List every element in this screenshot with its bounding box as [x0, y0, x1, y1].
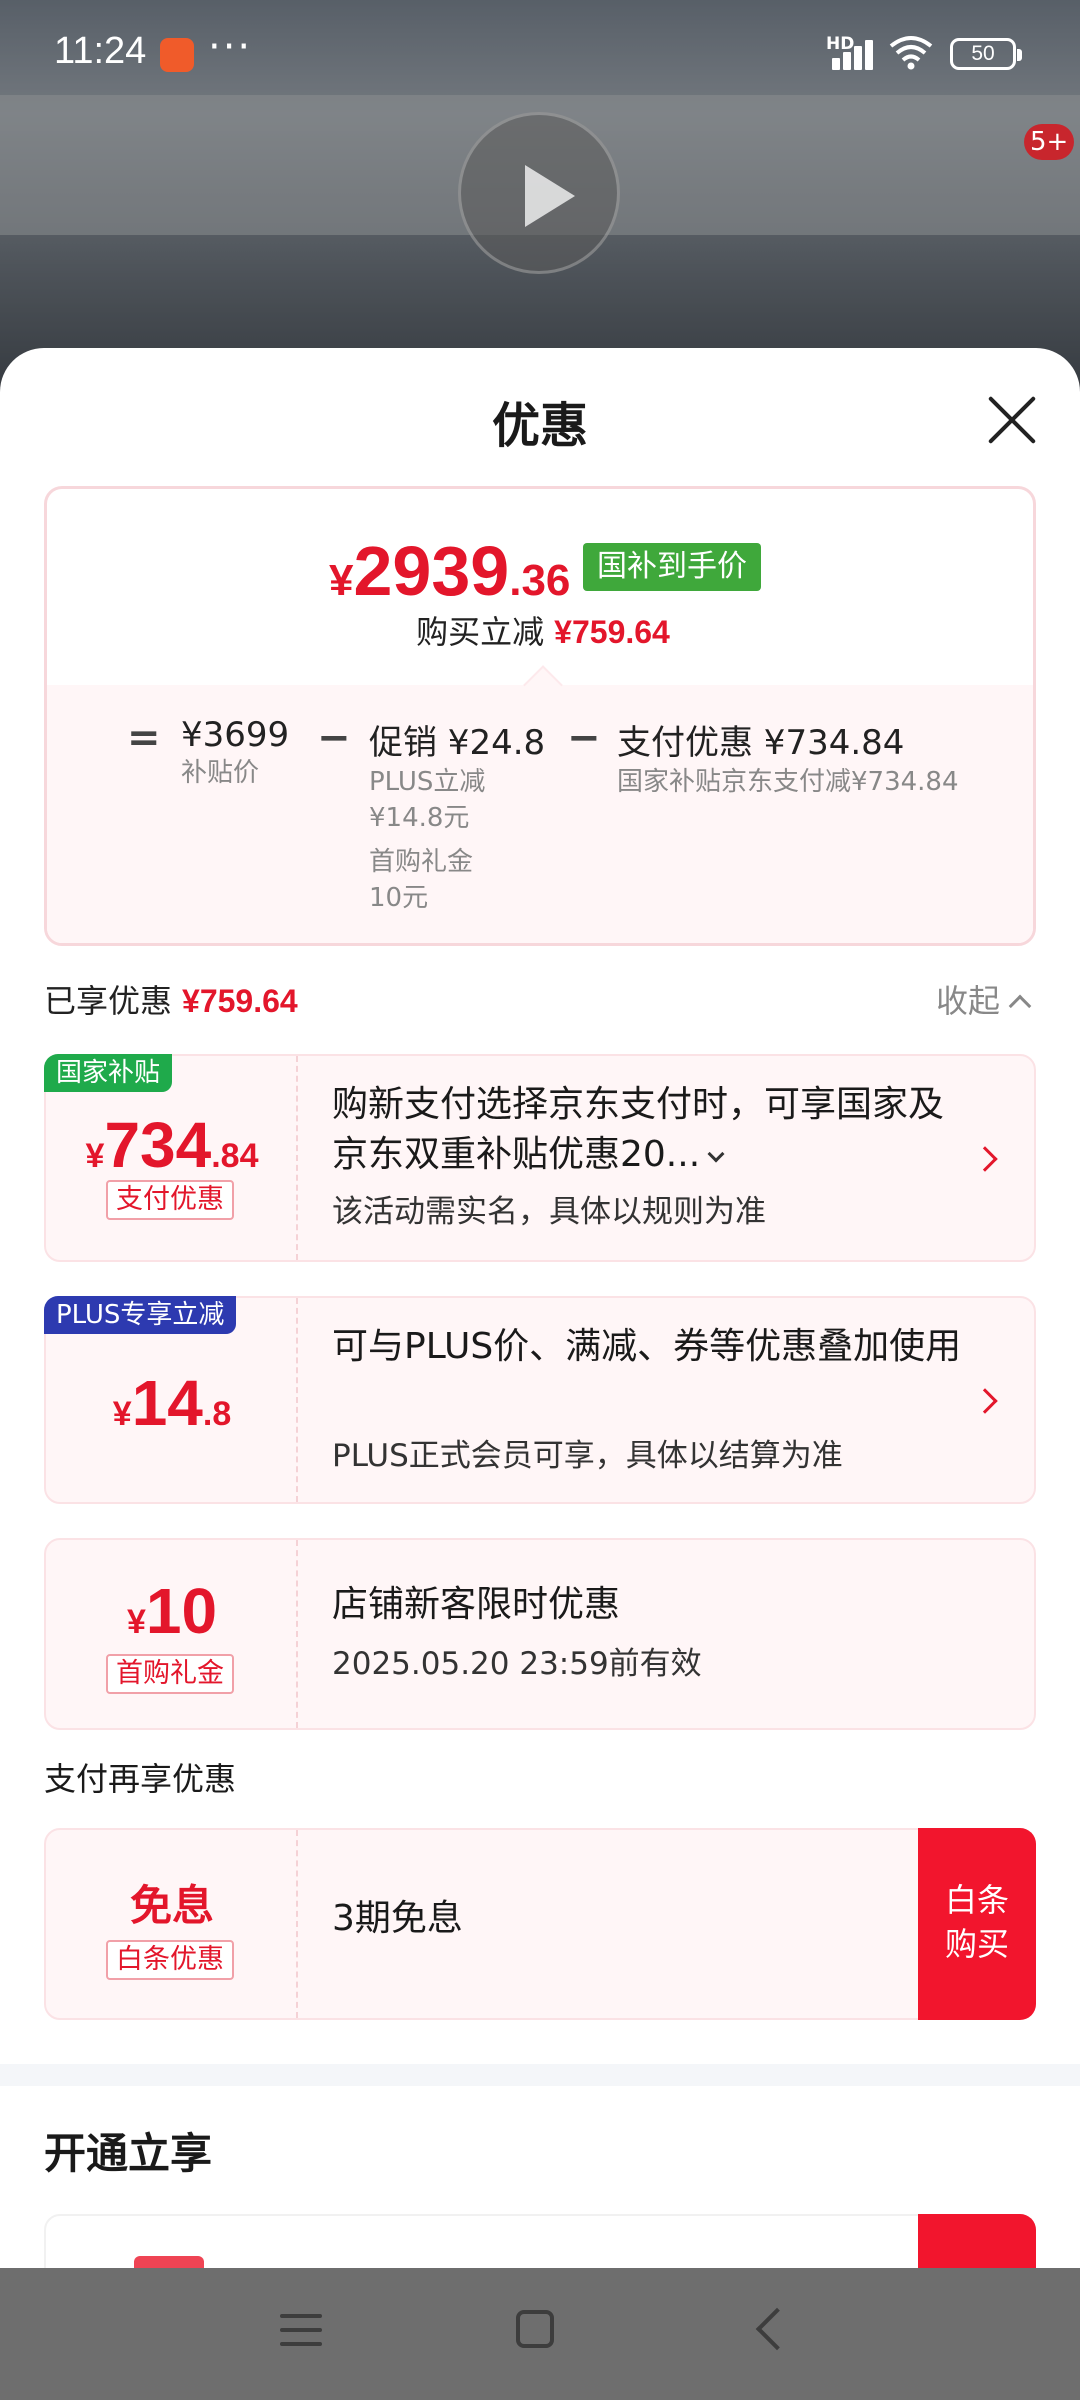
coupon-first-purchase: ¥10 首购礼金 店铺新客限时优惠 2025.05.20 23:59前有效	[44, 1538, 1036, 1730]
chevron-up-icon	[1008, 994, 1032, 1018]
baitiao-buy-button[interactable]: 白条 购买	[918, 1828, 1036, 2020]
coupon-national-subsidy[interactable]: 国家补贴 ¥734.84 支付优惠 购新支付选择京东支付时，可享国家及京东双重补…	[44, 1054, 1036, 1262]
home-icon[interactable]	[516, 2310, 554, 2348]
instant-reduction: 购买立减 ¥759.64	[416, 613, 670, 651]
coupon-amount: ¥14.8	[112, 1367, 232, 1439]
coupon-tag: 国家补贴	[44, 1054, 173, 1092]
chevron-right-icon[interactable]	[972, 1146, 998, 1172]
sheet-title: 优惠	[491, 398, 588, 454]
status-bar: 11:24 ··· HD 50	[0, 0, 1080, 110]
pay-more-section-label: 支付再享优惠	[44, 1760, 237, 1798]
system-nav-bar	[0, 2268, 1080, 2400]
play-icon[interactable]	[458, 112, 620, 274]
coupon-tag: PLUS专享立减	[44, 1296, 237, 1334]
status-time: 11:24	[54, 30, 147, 72]
chevron-down-icon	[707, 1145, 725, 1163]
coupon-description[interactable]: 购新支付选择京东支付时，可享国家及京东双重补贴优惠20...	[332, 1080, 972, 1180]
enjoyed-discount: 已享优惠 ¥759.64	[44, 982, 298, 1020]
coupon-plus[interactable]: PLUS专享立减 ¥14.8 可与PLUS价、满减、券等优惠叠加使用 PLUS正…	[44, 1296, 1036, 1504]
back-icon[interactable]	[755, 2307, 799, 2351]
coupon-note: PLUS正式会员可享，具体以结算为准	[332, 1438, 843, 1474]
coupon-description: 店铺新客限时优惠	[332, 1584, 621, 1625]
menu-icon[interactable]	[280, 2312, 322, 2348]
equals-sign: =	[127, 715, 161, 761]
section-divider	[0, 2064, 1080, 2086]
offer-action-button[interactable]	[918, 2214, 1036, 2268]
baitiao-title: 免息	[129, 1882, 214, 1929]
coupon-badge: 白条优惠	[106, 1940, 234, 1980]
coupon-note: 2025.05.20 23:59前有效	[332, 1646, 702, 1682]
offer-icon	[134, 2256, 204, 2268]
open-enjoy-title: 开通立享	[44, 2129, 213, 2178]
message-count-badge: 5+	[1024, 124, 1075, 160]
chevron-right-icon[interactable]	[972, 1388, 998, 1414]
subsidy-price-tag: 国补到手价	[583, 543, 761, 591]
collapse-button[interactable]: 收起	[936, 976, 1032, 1022]
coupon-description: 可与PLUS价、满减、券等优惠叠加使用	[332, 1326, 962, 1367]
coupon-badge: 首购礼金	[106, 1654, 234, 1694]
final-price-row: ¥2939.36 国补到手价	[47, 531, 1033, 611]
final-price: ¥2939.36	[329, 532, 571, 610]
minus-sign: −	[317, 715, 351, 761]
base-price-block: ¥3699 补贴价	[181, 715, 290, 788]
minus-sign: −	[567, 715, 601, 761]
baitiao-offer-card[interactable]: 免息 白条优惠 3期免息 白条 购买	[44, 1828, 1036, 2020]
battery-icon: 50	[950, 38, 1022, 70]
price-summary-card: ¥2939.36 国补到手价 购买立减 ¥759.64 = ¥3699 补贴价 −…	[44, 486, 1036, 946]
membership-offer-card[interactable]	[44, 2214, 1036, 2268]
close-icon[interactable]	[984, 392, 1040, 448]
coupon-amount: ¥734.84	[85, 1109, 259, 1181]
wifi-icon	[889, 36, 933, 70]
app-notification-icon	[160, 38, 194, 72]
coupon-note: 该活动需实名，具体以规则为准	[332, 1194, 766, 1230]
coupon-amount: ¥10	[126, 1575, 218, 1647]
promo-block: 促销 ¥24.8 PLUS立减 ¥14.8元 首购礼金 10元	[369, 723, 546, 913]
cell-signal-icon	[828, 36, 876, 70]
discount-sheet: 优惠 ¥2939.36 国补到手价 购买立减 ¥759.64 = ¥3699 补贴…	[0, 348, 1080, 2268]
payment-discount-block: 支付优惠 ¥734.84 国家补贴京东支付减¥734.84	[617, 723, 959, 797]
baitiao-description: 3期免息	[332, 1898, 463, 1939]
more-notifications-icon: ···	[208, 24, 253, 70]
coupon-badge: 支付优惠	[106, 1180, 234, 1220]
